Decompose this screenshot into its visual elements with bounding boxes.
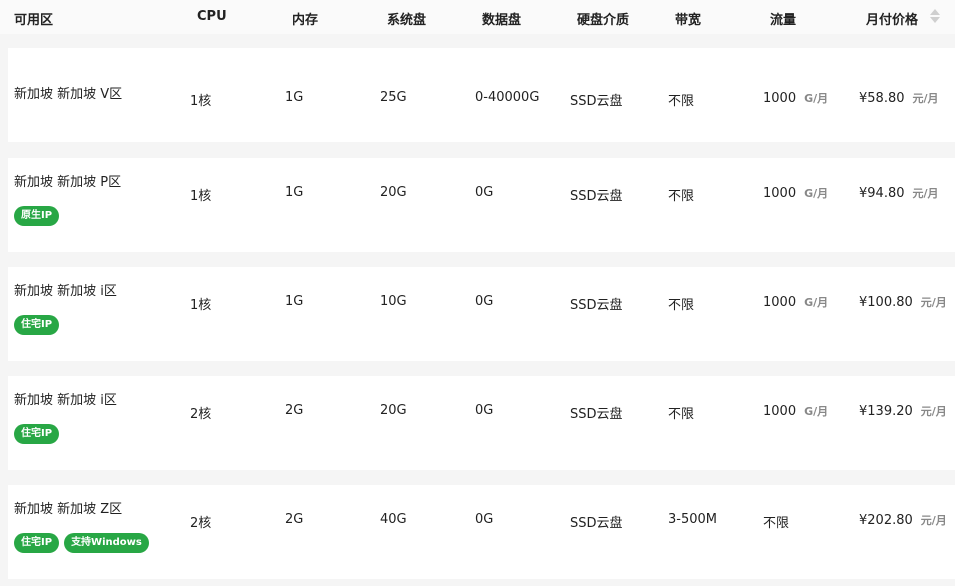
traffic-unit: G/月 <box>804 187 829 200</box>
feature-badge: 原生IP <box>14 206 60 226</box>
price-value: ¥139.20 <box>859 404 913 419</box>
data-disk-cell: 0-40000G <box>475 90 540 105</box>
data-disk-cell: 0G <box>475 403 494 418</box>
col-data-disk: 数据盘 <box>482 13 522 28</box>
cpu-cell: 1核 <box>190 298 212 313</box>
price-unit: 元/月 <box>912 187 939 200</box>
col-bandwidth: 带宽 <box>675 13 702 28</box>
memory-cell: 1G <box>285 294 304 309</box>
data-disk-cell: 0G <box>475 512 494 527</box>
system-disk-cell: 10G <box>380 294 407 309</box>
badge-group: 住宅IP 支持Windows <box>14 533 149 553</box>
col-traffic: 流量 <box>770 13 797 28</box>
zone-name: 新加坡 新加坡 P区 <box>14 175 122 190</box>
bandwidth-cell: 不限 <box>668 298 695 313</box>
price-value: ¥202.80 <box>859 513 913 528</box>
data-disk-cell: 0G <box>475 185 494 200</box>
col-system-disk: 系统盘 <box>387 13 427 28</box>
price-unit: 元/月 <box>920 514 947 527</box>
traffic-cell: 1000 G/月 <box>763 294 828 310</box>
price-cell: ¥202.80 元/月 <box>859 512 947 528</box>
disk-type-cell: SSD云盘 <box>570 516 623 531</box>
price-cell: ¥100.80 元/月 <box>859 294 947 310</box>
traffic-cell: 1000 G/月 <box>763 90 828 106</box>
bandwidth-cell: 3-500M <box>668 512 717 527</box>
feature-badge: 住宅IP <box>14 315 60 335</box>
col-cpu: CPU <box>197 9 227 24</box>
memory-cell: 1G <box>285 185 304 200</box>
feature-badge: 住宅IP <box>14 424 60 444</box>
memory-cell: 2G <box>285 512 304 527</box>
col-monthly-price[interactable]: 月付价格 <box>866 9 918 28</box>
table-row[interactable]: 新加坡 新加坡 i区住宅IP 1核 1G 10G 0G SSD云盘 不限 1000 G/月 ¥10… <box>8 267 955 361</box>
cpu-cell: 2核 <box>190 407 212 422</box>
system-disk-cell: 20G <box>380 185 407 200</box>
cpu-cell: 1核 <box>190 94 212 109</box>
system-disk-cell: 20G <box>380 403 407 418</box>
traffic-value: 不限 <box>763 516 790 531</box>
price-cell: ¥139.20 元/月 <box>859 403 947 419</box>
traffic-cell: 1000 G/月 <box>763 403 828 419</box>
traffic-value: 1000 <box>763 91 797 106</box>
traffic-unit: G/月 <box>804 405 829 418</box>
price-unit: 元/月 <box>912 92 939 105</box>
price-value: ¥94.80 <box>859 186 905 201</box>
zone-name: 新加坡 新加坡 i区 <box>14 393 117 408</box>
traffic-cell: 不限 <box>763 512 789 531</box>
price-unit: 元/月 <box>920 296 947 309</box>
table-row[interactable]: 新加坡 新加坡 i区住宅IP 2核 2G 20G 0G SSD云盘 不限 1000 G/月 ¥13… <box>8 376 955 470</box>
feature-badge: 住宅IP <box>14 533 60 553</box>
table-row[interactable]: 新加坡 新加坡 V区 1核 1G 25G 0-40000G SSD云盘 不限 1000 G/月 ¥… <box>8 48 955 142</box>
col-zone: 可用区 <box>14 13 54 28</box>
col-memory: 内存 <box>292 13 319 28</box>
traffic-value: 1000 <box>763 186 797 201</box>
feature-badge: 支持Windows <box>64 533 149 553</box>
table-row[interactable]: 新加坡 新加坡 P区原生IP 1核 1G 20G 0G SSD云盘 不限 1000 G/月 ¥94… <box>8 158 955 252</box>
price-value: ¥58.80 <box>859 91 905 106</box>
badge-group: 住宅IP <box>14 315 60 335</box>
system-disk-cell: 25G <box>380 90 407 105</box>
system-disk-cell: 40G <box>380 512 407 527</box>
sort-icon[interactable] <box>930 8 940 24</box>
traffic-cell: 1000 G/月 <box>763 185 828 201</box>
disk-type-cell: SSD云盘 <box>570 189 623 204</box>
disk-type-cell: SSD云盘 <box>570 407 623 422</box>
bandwidth-cell: 不限 <box>668 94 695 109</box>
price-value: ¥100.80 <box>859 295 913 310</box>
bandwidth-cell: 不限 <box>668 189 695 204</box>
bandwidth-cell: 不限 <box>668 407 695 422</box>
badge-group: 住宅IP <box>14 424 60 444</box>
zone-name: 新加坡 新加坡 Z区 <box>14 502 123 517</box>
price-unit: 元/月 <box>920 405 947 418</box>
memory-cell: 2G <box>285 403 304 418</box>
zone-name: 新加坡 新加坡 V区 <box>14 87 123 102</box>
disk-type-cell: SSD云盘 <box>570 94 623 109</box>
badge-group: 原生IP <box>14 206 60 226</box>
zone-name: 新加坡 新加坡 i区 <box>14 284 117 299</box>
table-header: 可用区 CPU 内存 系统盘 数据盘 硬盘介质 带宽 流量 月付价格 <box>0 0 955 34</box>
traffic-value: 1000 <box>763 295 797 310</box>
traffic-unit: G/月 <box>804 296 829 309</box>
memory-cell: 1G <box>285 90 304 105</box>
data-disk-cell: 0G <box>475 294 494 309</box>
traffic-value: 1000 <box>763 404 797 419</box>
disk-type-cell: SSD云盘 <box>570 298 623 313</box>
traffic-unit: G/月 <box>804 92 829 105</box>
price-cell: ¥58.80 元/月 <box>859 90 939 106</box>
table-row[interactable]: 新加坡 新加坡 Z区住宅IP 支持Windows 2核 2G 40G 0G SSD云盘 3-5… <box>8 485 955 579</box>
cpu-cell: 2核 <box>190 516 212 531</box>
cpu-cell: 1核 <box>190 189 212 204</box>
price-cell: ¥94.80 元/月 <box>859 185 939 201</box>
col-disk-type: 硬盘介质 <box>577 13 630 28</box>
